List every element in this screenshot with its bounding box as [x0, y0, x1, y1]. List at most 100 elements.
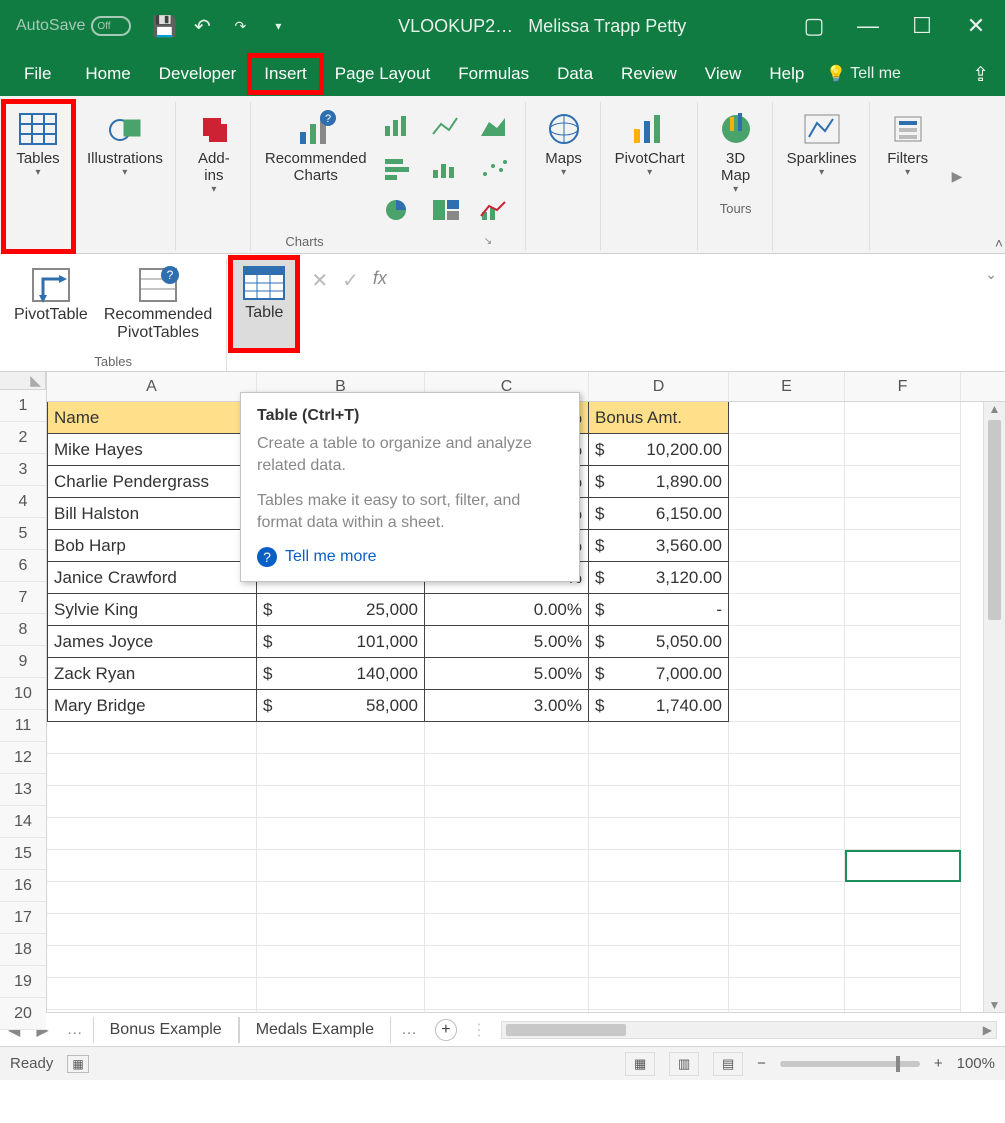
- cell-D6[interactable]: $3,120.00: [589, 562, 729, 594]
- tab-page-layout[interactable]: Page Layout: [321, 56, 444, 92]
- cell-C18[interactable]: [425, 946, 589, 978]
- page-layout-view-icon[interactable]: ▥: [669, 1052, 699, 1076]
- sheet-nav-more-icon[interactable]: …: [57, 1021, 93, 1039]
- 3d-map-dropdown[interactable]: 3D Map: [706, 104, 766, 199]
- cell-E12[interactable]: [729, 754, 845, 786]
- cell-A14[interactable]: [47, 818, 257, 850]
- tell-me-more-link[interactable]: ? Tell me more: [257, 547, 563, 567]
- cell-F15[interactable]: [845, 850, 961, 882]
- row-header-2[interactable]: 2: [0, 422, 46, 454]
- formula-input[interactable]: [401, 268, 993, 294]
- cancel-edit-icon[interactable]: ✕: [311, 268, 328, 293]
- cell-B18[interactable]: [257, 946, 425, 978]
- cell-F18[interactable]: [845, 946, 961, 978]
- confirm-edit-icon[interactable]: ✓: [342, 268, 359, 293]
- cell-D18[interactable]: [589, 946, 729, 978]
- row-header-9[interactable]: 9: [0, 646, 46, 678]
- sparklines-dropdown[interactable]: Sparklines: [781, 104, 863, 182]
- row-header-4[interactable]: 4: [0, 486, 46, 518]
- cell-D5[interactable]: $3,560.00: [589, 530, 729, 562]
- illustrations-dropdown[interactable]: Illustrations: [81, 104, 169, 182]
- stats-chart-icon[interactable]: [427, 150, 465, 186]
- cell-A10[interactable]: Mary Bridge: [47, 690, 257, 722]
- cell-A5[interactable]: Bob Harp: [47, 530, 257, 562]
- zoom-slider[interactable]: [780, 1061, 920, 1067]
- cell-A1[interactable]: Name: [47, 402, 257, 434]
- cell-F12[interactable]: [845, 754, 961, 786]
- minimize-icon[interactable]: —: [845, 13, 891, 39]
- cell-F16[interactable]: [845, 882, 961, 914]
- recommended-pivottables-button[interactable]: ? Recommended PivotTables: [96, 260, 221, 352]
- col-header-F[interactable]: F: [845, 372, 961, 401]
- cell-E3[interactable]: [729, 466, 845, 498]
- cell-D9[interactable]: $7,000.00: [589, 658, 729, 690]
- zoom-level[interactable]: 100%: [957, 1055, 995, 1072]
- row-header-3[interactable]: 3: [0, 454, 46, 486]
- cell-E9[interactable]: [729, 658, 845, 690]
- cell-B20[interactable]: [257, 1010, 425, 1012]
- row-header-18[interactable]: 18: [0, 934, 46, 966]
- cell-A12[interactable]: [47, 754, 257, 786]
- cell-B8[interactable]: $101,000: [257, 626, 425, 658]
- cell-C14[interactable]: [425, 818, 589, 850]
- maximize-icon[interactable]: ☐: [899, 13, 945, 39]
- row-header-17[interactable]: 17: [0, 902, 46, 934]
- cell-A2[interactable]: Mike Hayes: [47, 434, 257, 466]
- cell-B7[interactable]: $25,000: [257, 594, 425, 626]
- row-header-15[interactable]: 15: [0, 838, 46, 870]
- row-header-14[interactable]: 14: [0, 806, 46, 838]
- cell-C15[interactable]: [425, 850, 589, 882]
- tab-formulas[interactable]: Formulas: [444, 56, 543, 92]
- cell-D12[interactable]: [589, 754, 729, 786]
- hierarchy-chart-icon[interactable]: [427, 192, 465, 228]
- cell-A17[interactable]: [47, 914, 257, 946]
- cell-A6[interactable]: Janice Crawford: [47, 562, 257, 594]
- sheet-tab-medals[interactable]: Medals Example: [239, 1017, 391, 1043]
- cell-F14[interactable]: [845, 818, 961, 850]
- cell-B12[interactable]: [257, 754, 425, 786]
- cell-F17[interactable]: [845, 914, 961, 946]
- cell-F7[interactable]: [845, 594, 961, 626]
- cell-D1[interactable]: Bonus Amt.: [589, 402, 729, 434]
- close-icon[interactable]: ✕: [953, 13, 999, 39]
- recommended-charts-button[interactable]: ? Recommended Charts: [259, 104, 373, 232]
- cell-F5[interactable]: [845, 530, 961, 562]
- cell-D11[interactable]: [589, 722, 729, 754]
- row-header-1[interactable]: 1: [0, 390, 46, 422]
- zoom-in-icon[interactable]: +: [934, 1055, 943, 1072]
- cell-E15[interactable]: [729, 850, 845, 882]
- autosave-toggle[interactable]: AutoSave Off: [6, 16, 141, 36]
- cell-B15[interactable]: [257, 850, 425, 882]
- column-chart-icon[interactable]: [379, 108, 417, 144]
- row-header-5[interactable]: 5: [0, 518, 46, 550]
- maps-dropdown[interactable]: Maps: [534, 104, 594, 182]
- cell-C7[interactable]: 0.00%: [425, 594, 589, 626]
- pivottable-button[interactable]: PivotTable: [6, 260, 96, 352]
- cell-E2[interactable]: [729, 434, 845, 466]
- macro-record-icon[interactable]: ▦: [67, 1055, 88, 1073]
- cell-E4[interactable]: [729, 498, 845, 530]
- redo-icon[interactable]: ↷: [225, 18, 255, 35]
- row-header-6[interactable]: 6: [0, 550, 46, 582]
- cell-D7[interactable]: $-: [589, 594, 729, 626]
- cell-D14[interactable]: [589, 818, 729, 850]
- new-sheet-button[interactable]: +: [435, 1019, 457, 1041]
- select-all-corner[interactable]: ◣: [0, 372, 46, 390]
- cell-A20[interactable]: [47, 1010, 257, 1012]
- cell-A4[interactable]: Bill Halston: [47, 498, 257, 530]
- cell-F13[interactable]: [845, 786, 961, 818]
- cell-C13[interactable]: [425, 786, 589, 818]
- cell-C12[interactable]: [425, 754, 589, 786]
- cell-F6[interactable]: [845, 562, 961, 594]
- tab-view[interactable]: View: [691, 56, 756, 92]
- cell-C9[interactable]: 5.00%: [425, 658, 589, 690]
- cell-D16[interactable]: [589, 882, 729, 914]
- fx-icon[interactable]: fx: [373, 268, 387, 289]
- cell-B14[interactable]: [257, 818, 425, 850]
- cell-C8[interactable]: 5.00%: [425, 626, 589, 658]
- cell-D8[interactable]: $5,050.00: [589, 626, 729, 658]
- ribbon-scroll-right-icon[interactable]: ▶: [946, 102, 969, 251]
- cell-A18[interactable]: [47, 946, 257, 978]
- cell-A15[interactable]: [47, 850, 257, 882]
- cell-D2[interactable]: $10,200.00: [589, 434, 729, 466]
